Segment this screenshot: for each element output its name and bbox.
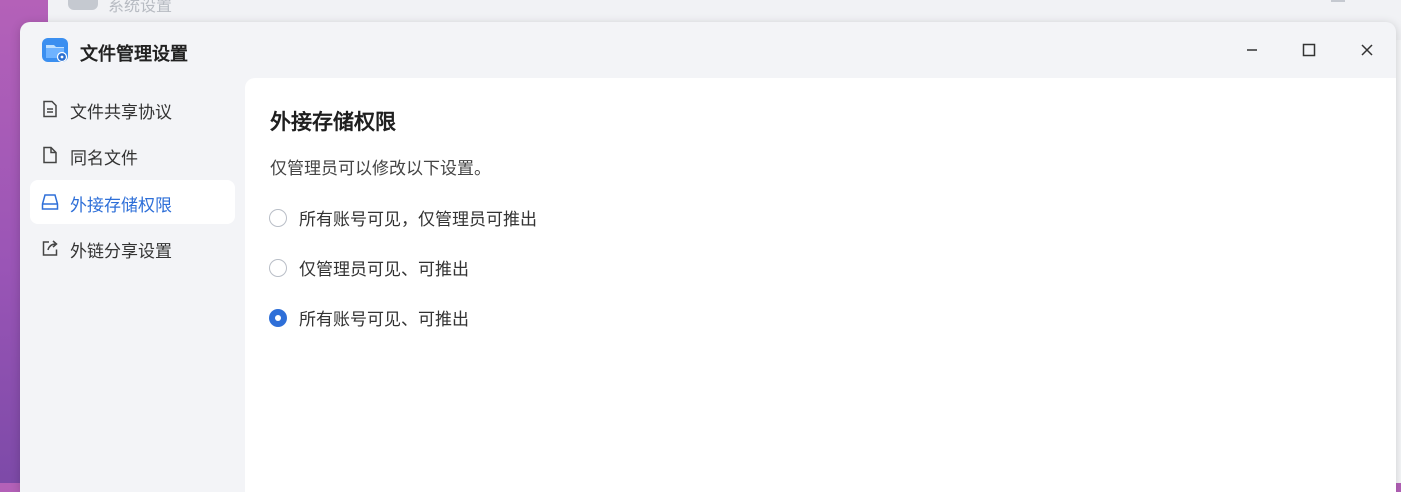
option-admin-only-visible-eject[interactable]: 仅管理员可见、可推出 (269, 255, 469, 280)
background-minimize-icon[interactable] (1331, 0, 1345, 2)
maximize-button[interactable] (1295, 36, 1323, 64)
sidebar-item-label: 文件共享协议 (70, 103, 172, 123)
background-window-title: 系统设置 (108, 0, 173, 15)
drive-icon (41, 194, 59, 210)
title-bar: 文件管理设置 (20, 22, 1396, 78)
admin-only-description: 仅管理员可以修改以下设置。 (270, 159, 491, 179)
close-icon (1361, 44, 1373, 56)
minimize-button[interactable] (1238, 36, 1266, 64)
file-manager-app-icon (41, 36, 69, 64)
option-all-visible-eject[interactable]: 所有账号可见、可推出 (269, 305, 469, 330)
window-title: 文件管理设置 (80, 44, 188, 65)
option-label: 所有账号可见，仅管理员可推出 (299, 210, 537, 230)
minimize-icon (1247, 49, 1257, 51)
maximize-icon (1302, 43, 1316, 57)
settings-sidebar: 文件共享协议 同名文件 外接存储权限 外链分享设置 (20, 78, 245, 492)
sidebar-item-label: 同名文件 (70, 149, 138, 169)
sidebar-item-external-storage-permissions[interactable]: 外接存储权限 (30, 180, 235, 224)
page-title: 外接存储权限 (270, 110, 396, 134)
sidebar-item-external-link-sharing[interactable]: 外链分享设置 (30, 226, 235, 270)
radio-button[interactable] (269, 258, 287, 277)
sidebar-item-file-sharing-protocol[interactable]: 文件共享协议 (30, 87, 235, 131)
file-manager-settings-window: 文件管理设置 文件共享协议 同名文件 外接存储权限 外链分享设置 外接存储权限 … (20, 22, 1396, 492)
option-label: 仅管理员可见、可推出 (299, 260, 469, 280)
sidebar-item-same-name-files[interactable]: 同名文件 (30, 133, 235, 177)
sidebar-item-label: 外链分享设置 (70, 242, 172, 262)
sidebar-item-label: 外接存储权限 (70, 196, 172, 216)
option-visible-all-admin-eject[interactable]: 所有账号可见，仅管理员可推出 (269, 205, 537, 230)
radio-button[interactable] (269, 208, 287, 227)
share-icon (42, 240, 58, 256)
document-icon (43, 100, 57, 118)
settings-content-panel: 外接存储权限 仅管理员可以修改以下设置。 所有账号可见，仅管理员可推出 仅管理员… (245, 78, 1396, 492)
radio-button-selected[interactable] (269, 308, 287, 327)
close-button[interactable] (1353, 36, 1381, 64)
option-label: 所有账号可见、可推出 (299, 310, 469, 330)
file-icon (43, 146, 57, 164)
settings-gear-icon (68, 0, 98, 10)
